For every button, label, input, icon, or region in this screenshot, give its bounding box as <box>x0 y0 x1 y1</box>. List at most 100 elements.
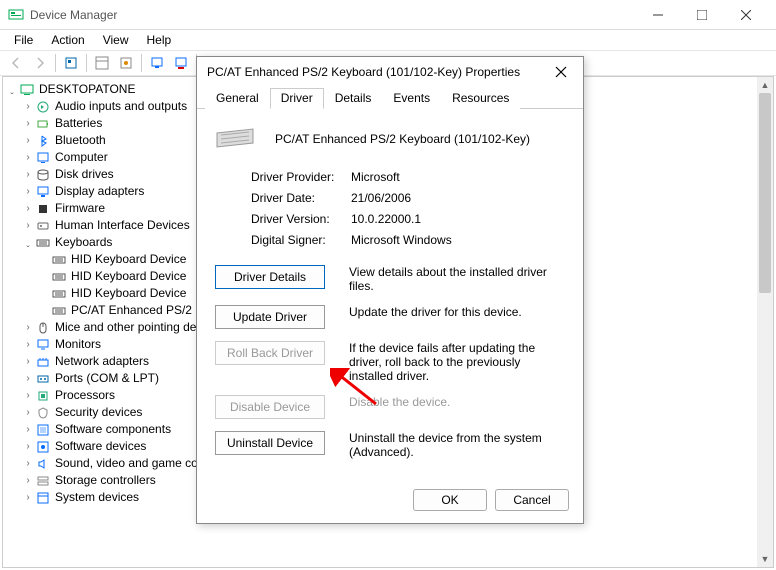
chevron-icon[interactable]: › <box>21 353 35 370</box>
chevron-icon[interactable]: › <box>21 438 35 455</box>
category-icon <box>35 320 51 336</box>
chevron-icon[interactable]: › <box>21 472 35 489</box>
tab-resources[interactable]: Resources <box>441 88 520 109</box>
device-name: PC/AT Enhanced PS/2 Keyboard (101/102-Ke… <box>275 132 530 146</box>
chevron-icon[interactable]: › <box>21 183 35 200</box>
chevron-icon[interactable]: › <box>21 98 35 115</box>
chevron-down-icon[interactable]: ˬ <box>5 81 19 98</box>
dialog-tabs: General Driver Details Events Resources <box>197 87 583 109</box>
field-label: Driver Version: <box>251 212 351 226</box>
action-desc: Update the driver for this device. <box>349 305 565 319</box>
chevron-icon[interactable]: › <box>21 200 35 217</box>
keyboard-icon <box>51 286 67 302</box>
toolbar-icon[interactable] <box>59 52 83 74</box>
dialog-titlebar: PC/AT Enhanced PS/2 Keyboard (101/102-Ke… <box>197 57 583 87</box>
tree-item-label: Keyboards <box>55 234 112 251</box>
toolbar-icon[interactable] <box>169 52 193 74</box>
menu-help[interactable]: Help <box>139 31 180 49</box>
update-driver-button[interactable]: Update Driver <box>215 305 325 329</box>
tree-item-label: Software components <box>55 421 171 438</box>
tab-driver[interactable]: Driver <box>270 88 324 109</box>
back-button[interactable] <box>4 52 28 74</box>
tab-details[interactable]: Details <box>324 88 383 109</box>
driver-actions: Driver Details View details about the ins… <box>215 265 565 459</box>
category-icon <box>35 235 51 251</box>
chevron-icon[interactable]: › <box>21 115 35 132</box>
tree-item-label: Audio inputs and outputs <box>55 98 187 115</box>
action-desc: Uninstall the device from the system (Ad… <box>349 431 565 459</box>
field-label: Driver Date: <box>251 191 351 205</box>
chevron-icon[interactable]: › <box>21 336 35 353</box>
chevron-icon[interactable]: › <box>21 166 35 183</box>
chevron-icon[interactable]: › <box>21 455 35 472</box>
scroll-thumb[interactable] <box>759 93 771 293</box>
minimize-button[interactable] <box>636 1 680 29</box>
keyboard-icon <box>51 269 67 285</box>
uninstall-device-button[interactable]: Uninstall Device <box>215 431 325 455</box>
category-icon <box>35 354 51 370</box>
tree-item-label: Batteries <box>55 115 102 132</box>
menu-file[interactable]: File <box>6 31 41 49</box>
dialog-title: PC/AT Enhanced PS/2 Keyboard (101/102-Ke… <box>207 65 549 79</box>
tree-item-label: Disk drives <box>55 166 114 183</box>
tree-item-label: Software devices <box>55 438 146 455</box>
category-icon <box>35 150 51 166</box>
chevron-icon[interactable]: ˬ <box>21 234 35 251</box>
close-button[interactable] <box>724 1 768 29</box>
menu-view[interactable]: View <box>95 31 137 49</box>
separator <box>55 54 56 72</box>
tree-child-label: HID Keyboard Device <box>71 285 186 302</box>
chevron-icon[interactable]: › <box>21 319 35 336</box>
keyboard-icon <box>215 125 255 152</box>
category-icon <box>35 371 51 387</box>
category-icon <box>35 167 51 183</box>
dialog-close-button[interactable] <box>549 60 573 84</box>
separator <box>86 54 87 72</box>
toolbar-icon[interactable] <box>145 52 169 74</box>
scroll-up-icon[interactable]: ▲ <box>757 77 773 93</box>
category-icon <box>35 184 51 200</box>
toolbar-icon[interactable] <box>114 52 138 74</box>
category-icon <box>35 201 51 217</box>
chevron-icon[interactable]: › <box>21 489 35 506</box>
tree-item-label: Human Interface Devices <box>55 217 190 234</box>
chevron-icon[interactable]: › <box>21 421 35 438</box>
roll-back-driver-button: Roll Back Driver <box>215 341 325 365</box>
chevron-icon[interactable]: › <box>21 370 35 387</box>
scrollbar[interactable]: ▲ ▼ <box>757 77 773 567</box>
cancel-button[interactable]: Cancel <box>495 489 569 511</box>
toolbar-icon[interactable] <box>90 52 114 74</box>
chevron-icon[interactable]: › <box>21 387 35 404</box>
forward-button[interactable] <box>28 52 52 74</box>
category-icon <box>35 473 51 489</box>
action-desc: View details about the installed driver … <box>349 265 565 293</box>
driver-details-button[interactable]: Driver Details <box>215 265 325 289</box>
ok-button[interactable]: OK <box>413 489 487 511</box>
tree-item-label: Firmware <box>55 200 105 217</box>
chevron-icon[interactable]: › <box>21 132 35 149</box>
category-icon <box>35 439 51 455</box>
category-icon <box>35 99 51 115</box>
maximize-button[interactable] <box>680 1 724 29</box>
keyboard-icon <box>51 303 67 319</box>
tab-general[interactable]: General <box>205 88 270 109</box>
chevron-icon[interactable]: › <box>21 217 35 234</box>
tree-item-label: Display adapters <box>55 183 144 200</box>
driver-fields: Driver Provider:Microsoft Driver Date:21… <box>251 170 565 247</box>
tab-events[interactable]: Events <box>382 88 441 109</box>
chevron-icon[interactable]: › <box>21 149 35 166</box>
dialog-body: PC/AT Enhanced PS/2 Keyboard (101/102-Ke… <box>197 109 583 475</box>
category-icon <box>35 388 51 404</box>
disable-device-button: Disable Device <box>215 395 325 419</box>
computer-icon <box>19 82 35 98</box>
scroll-down-icon[interactable]: ▼ <box>757 551 773 567</box>
category-icon <box>35 456 51 472</box>
separator <box>141 54 142 72</box>
tree-item-label: Processors <box>55 387 115 404</box>
tree-item-label: System devices <box>55 489 139 506</box>
field-value: Microsoft Windows <box>351 233 452 247</box>
category-icon <box>35 133 51 149</box>
chevron-icon[interactable]: › <box>21 404 35 421</box>
tree-child-label: HID Keyboard Device <box>71 268 186 285</box>
menu-action[interactable]: Action <box>43 31 92 49</box>
